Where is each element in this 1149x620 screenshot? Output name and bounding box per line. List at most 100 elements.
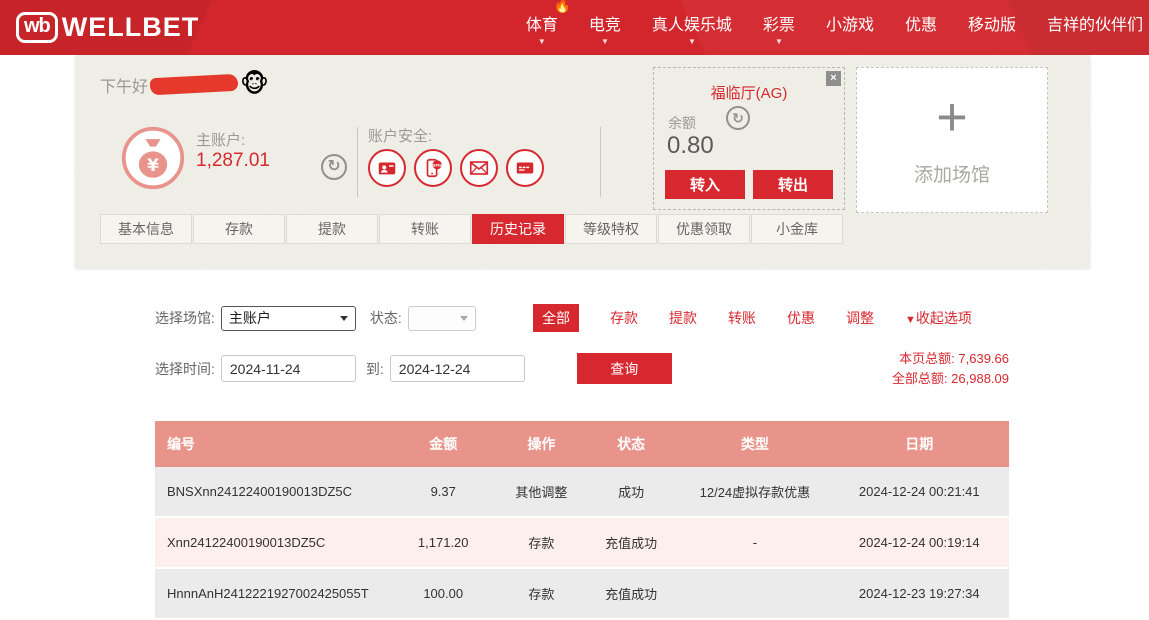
table-cell: 1,171.20	[386, 535, 501, 550]
chevron-down-icon	[340, 316, 348, 321]
nav-item-label: 吉祥的伙伴们	[1047, 11, 1143, 35]
table-cell: 存款	[501, 584, 582, 603]
table-cell: 存款	[501, 533, 582, 552]
account-tab[interactable]: 提款	[286, 214, 378, 244]
divider	[600, 127, 601, 197]
account-tab[interactable]: 小金库	[751, 214, 843, 244]
table-cell: 充值成功	[582, 533, 680, 552]
transfer-out-button[interactable]: 转出	[753, 170, 833, 199]
table-cell: 100.00	[386, 586, 501, 601]
chevron-down-icon	[460, 316, 468, 321]
venue-select-label: 选择场馆:	[155, 308, 215, 328]
table-cell: 2024-12-23 19:27:34	[830, 586, 1009, 601]
page-total: 本页总额: 7,639.66	[892, 349, 1009, 369]
nav-item-label: 小游戏	[826, 11, 874, 35]
page-total-value: 7,639.66	[958, 351, 1009, 366]
type-filter-chip[interactable]: 优惠	[787, 308, 815, 328]
main-account-balance: 1,287.01	[196, 150, 270, 172]
nav-item[interactable]: 小游戏 ▼	[826, 9, 874, 46]
account-tab[interactable]: 转账	[379, 214, 471, 244]
refresh-venue-balance-button[interactable]: ↻	[726, 106, 750, 130]
redacted-username-scribble	[150, 74, 239, 96]
plus-icon: +	[857, 90, 1047, 144]
all-total-label: 全部总额:	[892, 371, 948, 386]
nav-item-label: 彩票	[763, 11, 795, 35]
venue-select[interactable]: 主账户	[221, 306, 356, 331]
type-filter-chip[interactable]: 转账	[728, 308, 756, 328]
venue-title: 福临厅(AG)	[654, 82, 844, 103]
table-cell: 9.37	[386, 484, 501, 499]
logo-text: WELLBET	[62, 12, 199, 43]
chevron-down-icon: ▼	[688, 38, 696, 46]
table-row: HnnnAnH2412221927002425055T100.00存款充值成功2…	[155, 569, 1009, 620]
nav-item[interactable]: 🔥 体育 ▼	[526, 9, 558, 46]
email-icon[interactable]	[460, 149, 498, 187]
account-tab[interactable]: 存款	[193, 214, 285, 244]
sms-phone-icon[interactable]: SMS	[414, 149, 452, 187]
history-table: 编号金额操作状态类型日期 BNSXnn24122400190013DZ5C9.3…	[155, 421, 1009, 620]
bank-card-icon[interactable]	[506, 149, 544, 187]
nav-item[interactable]: 电竞 ▼	[589, 9, 621, 46]
wellbet-logo[interactable]: wb WELLBET	[16, 12, 199, 43]
history-content: 选择场馆: 主账户 状态: 全部存款提款转账优惠调整▼收起选项 选择时间: 到:…	[155, 268, 1009, 620]
nav-item[interactable]: 移动版 ▼	[968, 9, 1016, 46]
table-header-cell: 金额	[386, 434, 501, 454]
table-row: BNSXnn24122400190013DZ5C9.37其他调整成功12/24虚…	[155, 467, 1009, 518]
status-select[interactable]	[408, 306, 476, 331]
caret-down-icon: ▼	[905, 314, 916, 326]
nav-item[interactable]: 真人娱乐城 ▼	[652, 9, 732, 46]
close-icon[interactable]: ×	[826, 71, 841, 86]
page-total-label: 本页总额:	[899, 351, 955, 366]
account-tab[interactable]: 等级特权	[565, 214, 657, 244]
search-button[interactable]: 查询	[577, 353, 672, 384]
type-filter-chip[interactable]: 提款	[669, 308, 697, 328]
venue-select-value: 主账户	[229, 308, 271, 328]
table-header-cell: 操作	[501, 434, 582, 454]
account-tab[interactable]: 历史记录	[472, 214, 564, 244]
account-tabs: 基本信息存款提款转账历史记录等级特权优惠领取小金库	[100, 214, 844, 244]
all-total-value: 26,988.09	[951, 371, 1009, 386]
top-navbar: wb WELLBET 🔥 体育 ▼ 电竞 ▼ 真人娱乐城 ▼ 彩票 ▼ 小游戏 …	[0, 0, 1149, 55]
time-range-label: 选择时间:	[155, 359, 215, 379]
all-total: 全部总额: 26,988.09	[892, 369, 1009, 389]
date-from-input[interactable]	[221, 355, 356, 382]
table-cell: Xnn24122400190013DZ5C	[155, 535, 386, 550]
collapse-options-label: 收起选项	[916, 310, 972, 326]
add-venue-button[interactable]: + 添加场馆	[856, 67, 1048, 213]
transfer-in-button[interactable]: 转入	[665, 170, 745, 199]
chevron-down-icon: ▼	[601, 38, 609, 46]
monkey-emoji-icon: 🐵	[240, 72, 269, 97]
type-filter-chips: 全部 存款 提款 转账 优惠 调整 ▼收起选项	[533, 305, 972, 331]
flame-icon: 🔥	[553, 0, 570, 14]
greeting: 下午好 🐵	[100, 72, 269, 97]
svg-text:¥: ¥	[147, 156, 159, 176]
nav-item[interactable]: 吉祥的伙伴们 ▼	[1047, 9, 1143, 46]
table-header-cell: 日期	[830, 434, 1009, 454]
type-filter-chip[interactable]: 存款	[610, 308, 638, 328]
venue-balance-label: 余额	[668, 113, 696, 133]
wb-logo-icon: wb	[16, 12, 58, 43]
venue-balance-value: 0.80	[667, 132, 714, 160]
id-card-icon[interactable]	[368, 149, 406, 187]
table-cell: 12/24虚拟存款优惠	[680, 482, 829, 501]
type-filter-chip[interactable]: 全部	[533, 304, 579, 332]
totals: 本页总额: 7,639.66 全部总额: 26,988.09	[892, 349, 1009, 389]
main-account-label: 主账户:	[196, 129, 245, 150]
nav-item-label: 电竞	[589, 11, 621, 35]
refresh-balance-button[interactable]: ↻	[321, 154, 347, 180]
table-cell: HnnnAnH2412221927002425055T	[155, 586, 386, 601]
nav-item[interactable]: 彩票 ▼	[763, 9, 795, 46]
nav-item-label: 移动版	[968, 11, 1016, 35]
table-header-row: 编号金额操作状态类型日期	[155, 421, 1009, 467]
table-cell: 2024-12-24 00:21:41	[830, 484, 1009, 499]
account-tab[interactable]: 优惠领取	[658, 214, 750, 244]
nav-item-label: 真人娱乐城	[652, 11, 732, 35]
date-to-input[interactable]	[390, 355, 525, 382]
type-filter-chip[interactable]: 调整	[846, 308, 874, 328]
table-cell: 其他调整	[501, 482, 582, 501]
money-bag-icon: ¥	[120, 125, 186, 196]
collapse-options-button[interactable]: ▼收起选项	[905, 308, 972, 328]
nav-item[interactable]: 优惠 ▼	[905, 9, 937, 46]
account-tab[interactable]: 基本信息	[100, 214, 192, 244]
table-cell: -	[680, 535, 829, 550]
